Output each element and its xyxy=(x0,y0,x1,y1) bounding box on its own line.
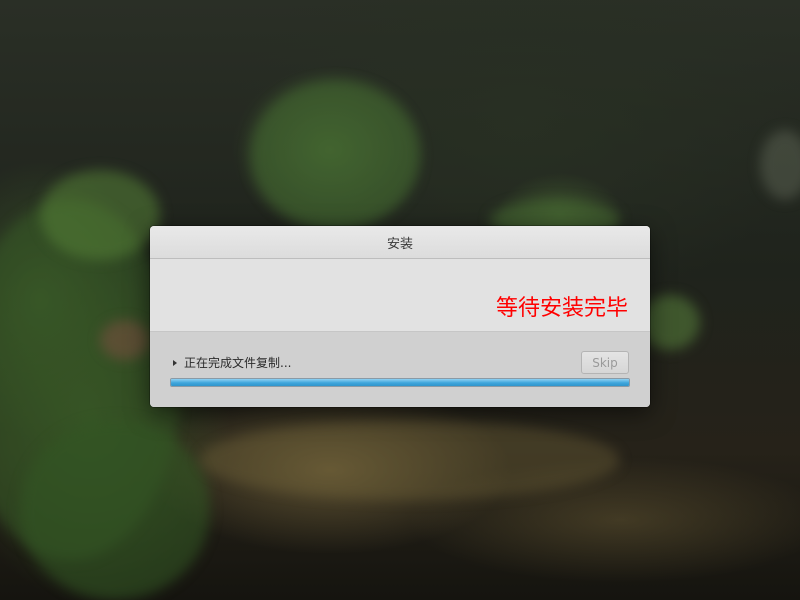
foliage-blob xyxy=(40,170,160,260)
progress-bar xyxy=(170,378,630,387)
skip-button[interactable]: Skip xyxy=(581,351,629,374)
status-expander[interactable]: 正在完成文件复制... xyxy=(173,354,291,371)
ground-blur xyxy=(200,420,620,500)
triangle-right-icon[interactable] xyxy=(173,359,177,366)
dialog-footer: 正在完成文件复制... Skip xyxy=(150,331,650,407)
banner-text: 等待安装完毕 xyxy=(495,296,628,321)
dialog-titlebar[interactable]: 安装 xyxy=(150,226,650,259)
progress-fill xyxy=(171,379,629,386)
dialog-title: 安装 xyxy=(386,236,413,252)
status-text: 正在完成文件复制... xyxy=(184,356,292,370)
foliage-blob xyxy=(20,420,210,600)
foliage-blob xyxy=(250,80,420,230)
install-banner: 等待安装完毕 xyxy=(150,259,650,331)
foliage-blob xyxy=(100,320,150,360)
light-blur xyxy=(760,130,800,200)
install-dialog: 安装 等待安装完毕 正在完成文件复制... Skip xyxy=(150,226,650,407)
